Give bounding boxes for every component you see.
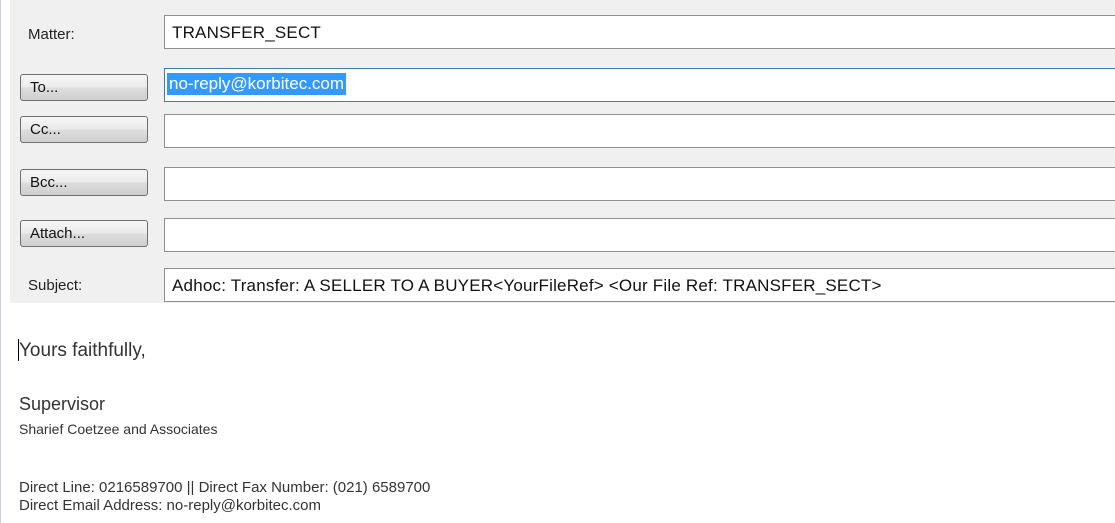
attach-field[interactable] (164, 218, 1115, 252)
matter-value: TRANSFER_SECT (172, 23, 322, 42)
left-border (0, 0, 1, 523)
bcc-field[interactable] (164, 167, 1115, 201)
cc-button[interactable]: Cc... (20, 116, 148, 143)
contact-line-email: Direct Email Address: no-reply@korbitec.… (19, 497, 321, 514)
cc-field[interactable] (164, 114, 1115, 148)
signature-firm: Sharief Coetzee and Associates (19, 421, 218, 437)
subject-value: Adhoc: Transfer: A SELLER TO A BUYER<You… (172, 276, 882, 295)
bcc-button-label: Bcc... (30, 174, 68, 191)
matter-field[interactable]: TRANSFER_SECT (164, 15, 1115, 49)
signature-title: Supervisor (19, 394, 106, 414)
to-field[interactable]: no-reply@korbitec.com (164, 68, 1115, 102)
attach-button-label: Attach... (30, 225, 86, 242)
closing-text: Yours faithfully, (19, 340, 146, 361)
to-button[interactable]: To... (20, 74, 148, 101)
contact-line-phone-fax: Direct Line: 0216589700 || Direct Fax Nu… (19, 479, 431, 496)
bcc-button[interactable]: Bcc... (20, 169, 148, 196)
attach-button[interactable]: Attach... (20, 220, 148, 247)
subject-label: Subject: (28, 277, 83, 294)
subject-field[interactable]: Adhoc: Transfer: A SELLER TO A BUYER<You… (164, 268, 1115, 302)
matter-label: Matter: (28, 26, 75, 43)
to-button-label: To... (30, 79, 59, 96)
cc-button-label: Cc... (30, 121, 61, 138)
to-value: no-reply@korbitec.com (167, 73, 347, 95)
